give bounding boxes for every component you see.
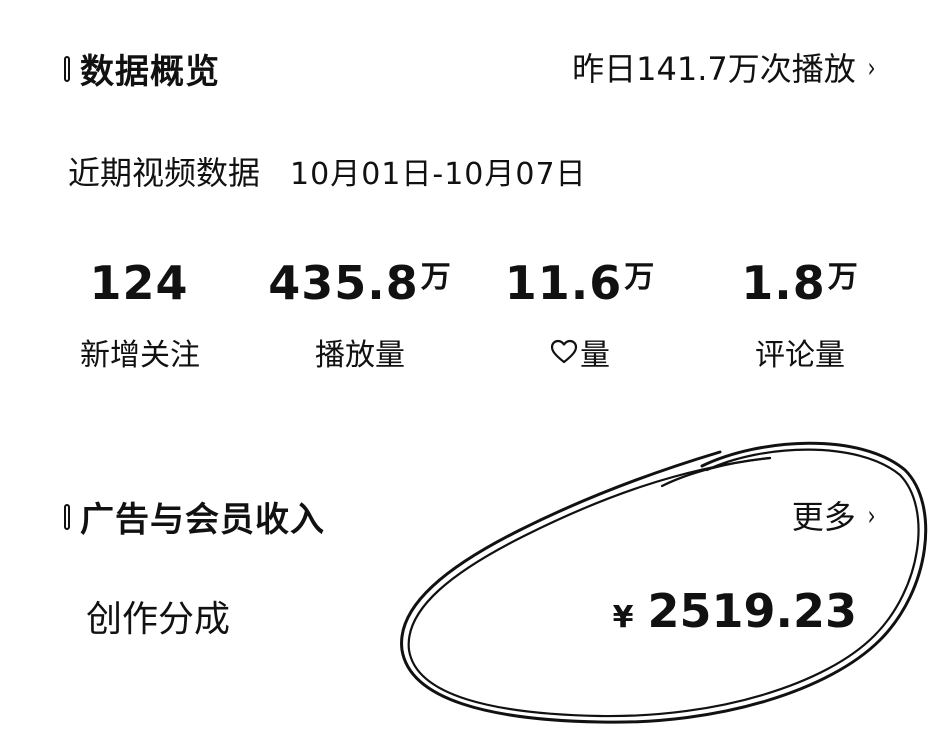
currency-symbol: ¥: [612, 600, 634, 635]
income-amount[interactable]: ¥ 2519.23: [613, 584, 857, 638]
stat-label: 评论量: [755, 338, 845, 373]
recent-data-label: 近期视频数据: [68, 154, 261, 192]
stat-value: 124: [89, 256, 189, 310]
recent-data-line: 近期视频数据 10月01日-10月07日: [68, 148, 587, 194]
ads-title: 广告与会员收入: [80, 500, 325, 540]
stat-value: 1.8万: [741, 256, 859, 310]
stat-comments[interactable]: 1.8万 评论量: [690, 248, 910, 374]
stat-plays[interactable]: 435.8万 播放量: [250, 248, 470, 374]
overview-title: 数据概览: [80, 52, 220, 92]
chevron-right-icon: ›: [867, 498, 876, 532]
stat-new-followers[interactable]: 124 新增关注: [30, 248, 250, 374]
chevron-right-icon: ›: [867, 50, 876, 84]
section-bar: [64, 55, 70, 82]
stat-value: 11.6万: [504, 256, 656, 310]
stat-likes[interactable]: 11.6万 量: [470, 248, 690, 374]
ads-header: 广告与会员收入: [64, 492, 325, 541]
more-label: 更多: [791, 498, 856, 536]
amount-value: 2519.23: [647, 584, 857, 638]
stats-row: 124 新增关注 435.8万 播放量 11.6万 量 1.8万 评论量: [0, 248, 943, 378]
overview-header: 数据概览: [64, 44, 220, 93]
income-label: 创作分成: [86, 599, 231, 640]
stat-label: 新增关注: [80, 338, 200, 373]
more-link[interactable]: 更多 ›: [792, 492, 877, 538]
stat-value: 435.8万: [268, 256, 452, 310]
section-bar: [64, 503, 70, 530]
stat-label: 量: [470, 330, 690, 374]
yesterday-plays-label: 昨日141.7万次播放: [572, 50, 856, 88]
heart-icon: [550, 339, 578, 364]
date-range[interactable]: 10月01日-10月07日: [290, 149, 587, 193]
yesterday-plays-link[interactable]: 昨日141.7万次播放 ›: [572, 44, 877, 90]
stat-label: 播放量: [315, 338, 405, 373]
